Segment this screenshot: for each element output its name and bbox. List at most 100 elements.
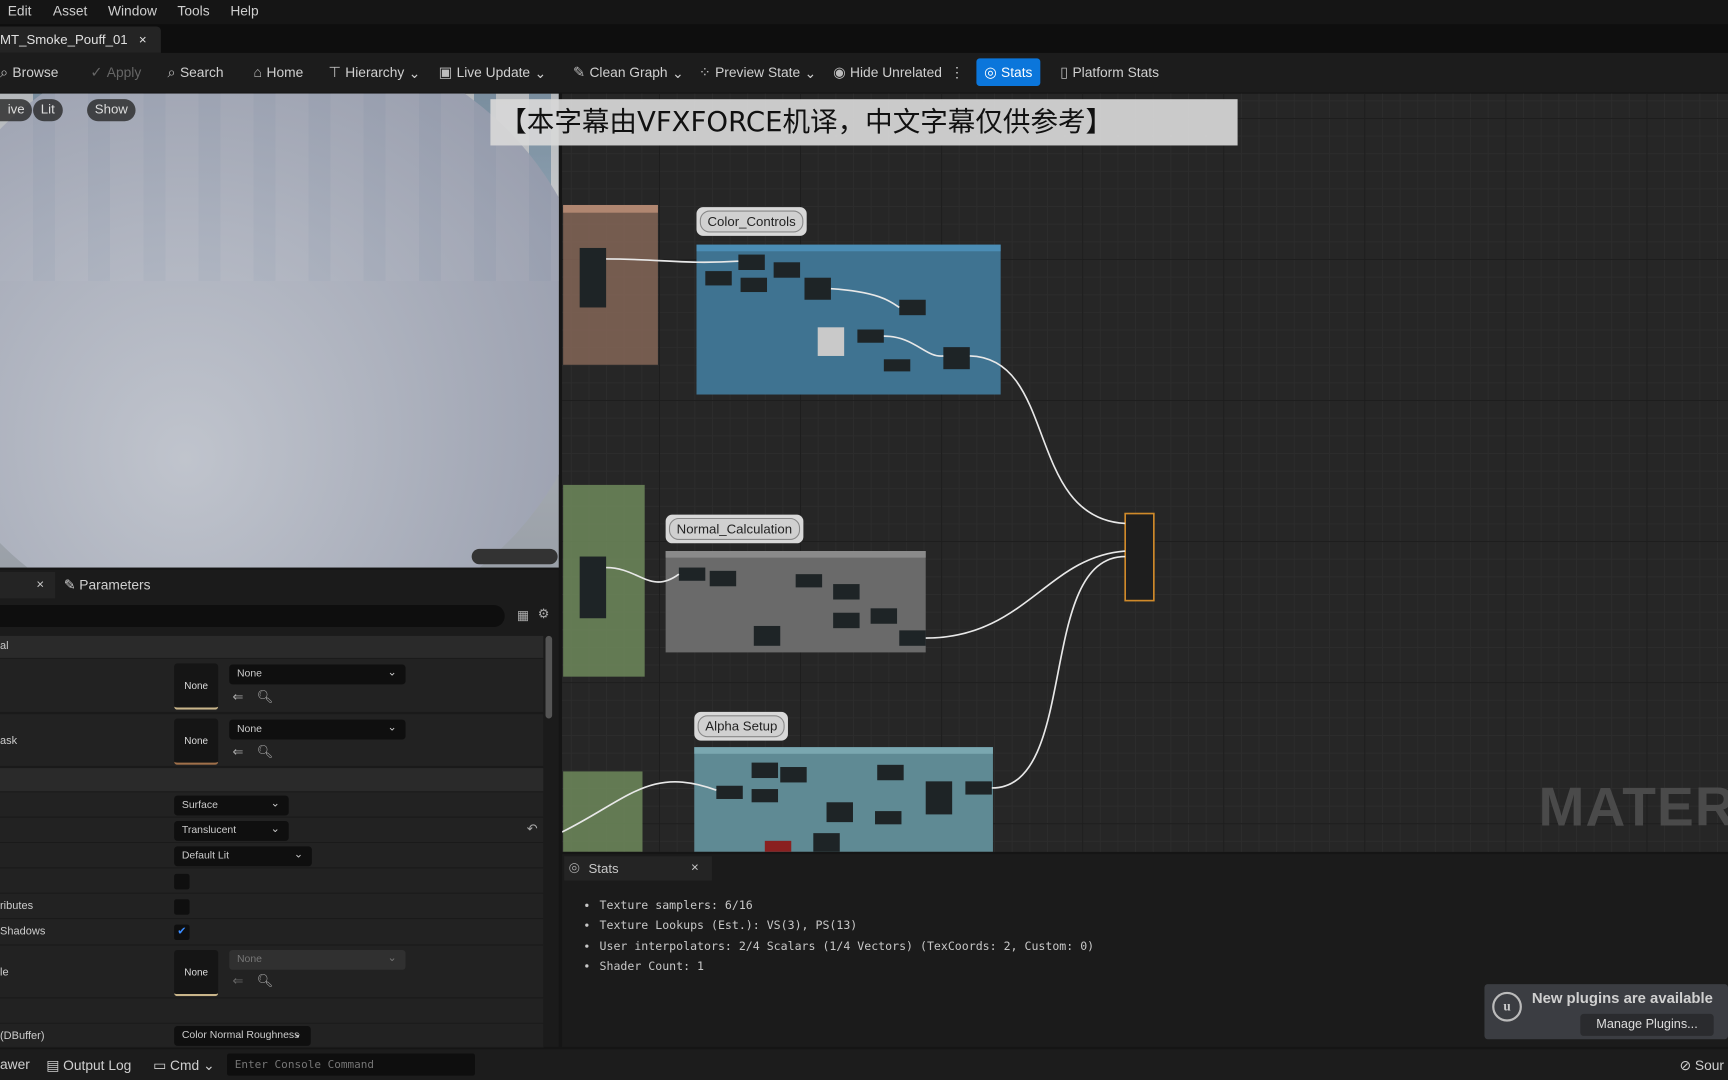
details-search-input[interactable] [0,605,505,628]
preview-shape-buttons[interactable] [471,548,558,565]
parameters-tab[interactable]: ✎ Parameters [64,576,151,592]
menu-tools[interactable]: Tools [177,3,209,18]
hierarchy-button[interactable]: ⊤ Hierarchy ⌄ [328,64,420,82]
gear-icon[interactable]: ⚙ [538,606,550,621]
close-details-button[interactable]: × [36,576,44,591]
browse-asset-icon[interactable]: 🔍︎ [257,973,274,988]
dropdown-value: Default Lit [181,849,229,862]
view-mode-pill[interactable]: ive [0,99,33,122]
browse-button[interactable]: ⌕ Browse [0,64,58,82]
stats-tab[interactable]: ◎ Stats × [564,856,712,881]
chevron-down-icon: ⌄ [534,65,547,81]
close-tab-button[interactable]: × [139,32,147,47]
bottom-bar: awer ▤ Output Log ▭ Cmd ⌄ ⊘ Sour [0,1049,1728,1080]
console-command-input[interactable] [227,1053,475,1076]
preview-state-button[interactable]: ⁘ Preview State ⌄ [699,64,816,82]
menu-help[interactable]: Help [230,3,258,18]
menu-asset[interactable]: Asset [53,3,87,18]
chevron-down-icon: ⌄ [804,65,817,81]
apply-button[interactable]: ✓ Apply [90,64,141,82]
plugins-notification: u New plugins are available Manage Plugi… [1484,984,1728,1040]
node [795,574,823,588]
stats-button[interactable]: ◎ Stats [976,58,1041,86]
node [925,781,953,815]
browse-asset-icon[interactable]: 🔍︎ [257,744,274,759]
menu-window[interactable]: Window [108,3,157,18]
chevron-down-icon: ⌄ [293,848,304,861]
stats-icon: ◎ [984,63,997,80]
comment-color-controls[interactable]: Color_Controls [696,207,807,236]
table-view-icon[interactable]: ▦ [517,607,530,622]
node [833,612,860,629]
browse-asset-icon[interactable]: 🔍︎ [257,689,274,704]
use-selected-icon[interactable]: ⇐ [233,973,244,988]
property-row: None None ⌄ ⇐ 🔍︎ [0,659,544,714]
property-row: Shadows ✔ [0,919,544,946]
blend-mode-dropdown[interactable]: Translucent ⌄ [174,821,289,841]
document-tab[interactable]: MT_Smoke_Pouff_01 × [0,26,161,53]
checkbox[interactable] [174,899,190,915]
checkbox[interactable] [174,873,190,890]
stats-line: User interpolators: 2/4 Scalars (1/4 Vec… [600,936,1095,956]
stats-line: Texture samplers: 6/16 [600,896,1095,916]
menu-edit[interactable]: Edit [8,3,32,18]
checkbox-checked[interactable]: ✔ [174,924,190,941]
chevron-down-icon: ⌄ [408,65,421,81]
close-stats-button[interactable]: × [691,860,699,875]
live-update-icon: ▣ [438,63,453,81]
comment-box-green-2 [563,771,643,852]
more-options-button[interactable]: ⋮ [950,64,964,80]
preview-state-icon: ⁘ [698,63,711,81]
property-label: le [0,966,9,979]
show-pill[interactable]: Show [87,99,136,122]
property-row: ask None None ⌄ ⇐ 🔍︎ [0,714,544,768]
node [579,247,607,308]
asset-dropdown[interactable]: None ⌄ [229,949,406,970]
asset-dropdown[interactable]: None ⌄ [229,719,406,740]
search-button[interactable]: ⌕ Search [168,64,224,82]
dropdown-value: Color Normal Roughness [181,1029,300,1042]
texture-thumbnail[interactable]: None [174,718,219,765]
source-control-button[interactable]: ⊘ Sour [1680,1057,1724,1074]
use-selected-icon[interactable]: ⇐ [233,689,244,704]
manage-plugins-button[interactable]: Manage Plugins... [1580,1013,1714,1036]
dbuffer-dropdown[interactable]: Color Normal Roughness ⌄ [174,1025,311,1046]
node [753,625,781,646]
node [870,608,898,624]
node [813,833,840,852]
source-control-label: Sour [1694,1057,1724,1074]
comment-box-brown-header [563,204,658,213]
dropdown-value: None [236,722,262,736]
reset-to-default-icon[interactable]: ↶ [527,821,538,836]
lit-pill[interactable]: Lit [33,99,63,122]
dropdown-value: Translucent [181,824,237,837]
platform-stats-button[interactable]: ▯ Platform Stats [1060,64,1159,82]
texture-thumbnail[interactable]: None [174,949,219,997]
node [678,567,706,581]
section-header[interactable] [0,768,544,792]
texture-thumbnail[interactable]: None [174,663,219,710]
material-domain-dropdown[interactable]: Surface ⌄ [174,795,289,816]
preview-viewport[interactable] [0,93,559,568]
home-button[interactable]: ⌂ Home [253,64,303,81]
comment-alpha-setup[interactable]: Alpha Setup [694,711,789,741]
shading-model-dropdown[interactable]: Default Lit ⌄ [174,846,312,867]
asset-dropdown[interactable]: None ⌄ [229,664,406,685]
chevron-down-icon: ⌄ [672,65,684,81]
brush-icon: ✎ [573,63,586,81]
material-output-node [1124,512,1155,602]
hide-unrelated-button[interactable]: ◉ Hide Unrelated [833,64,942,82]
details-scrollbar[interactable] [545,635,553,719]
node [773,262,801,278]
section-header[interactable]: al [0,635,544,658]
cmd-dropdown[interactable]: ▭ Cmd ⌄ [153,1057,214,1073]
content-drawer-button[interactable]: awer [0,1057,30,1072]
live-update-button[interactable]: ▣ Live Update ⌄ [439,64,546,82]
material-graph[interactable]: Color_Controls Normal_Calculation Alpha … [562,93,1728,852]
comment-normal-calculation[interactable]: Normal_Calculation [665,514,804,544]
comment-box-normal-calculation [665,551,926,653]
clean-graph-button[interactable]: ✎ Clean Graph ⌄ [573,64,683,82]
use-selected-icon[interactable]: ⇐ [233,744,244,759]
details-tab[interactable]: × [0,571,56,599]
output-log-button[interactable]: ▤ Output Log [46,1057,131,1073]
